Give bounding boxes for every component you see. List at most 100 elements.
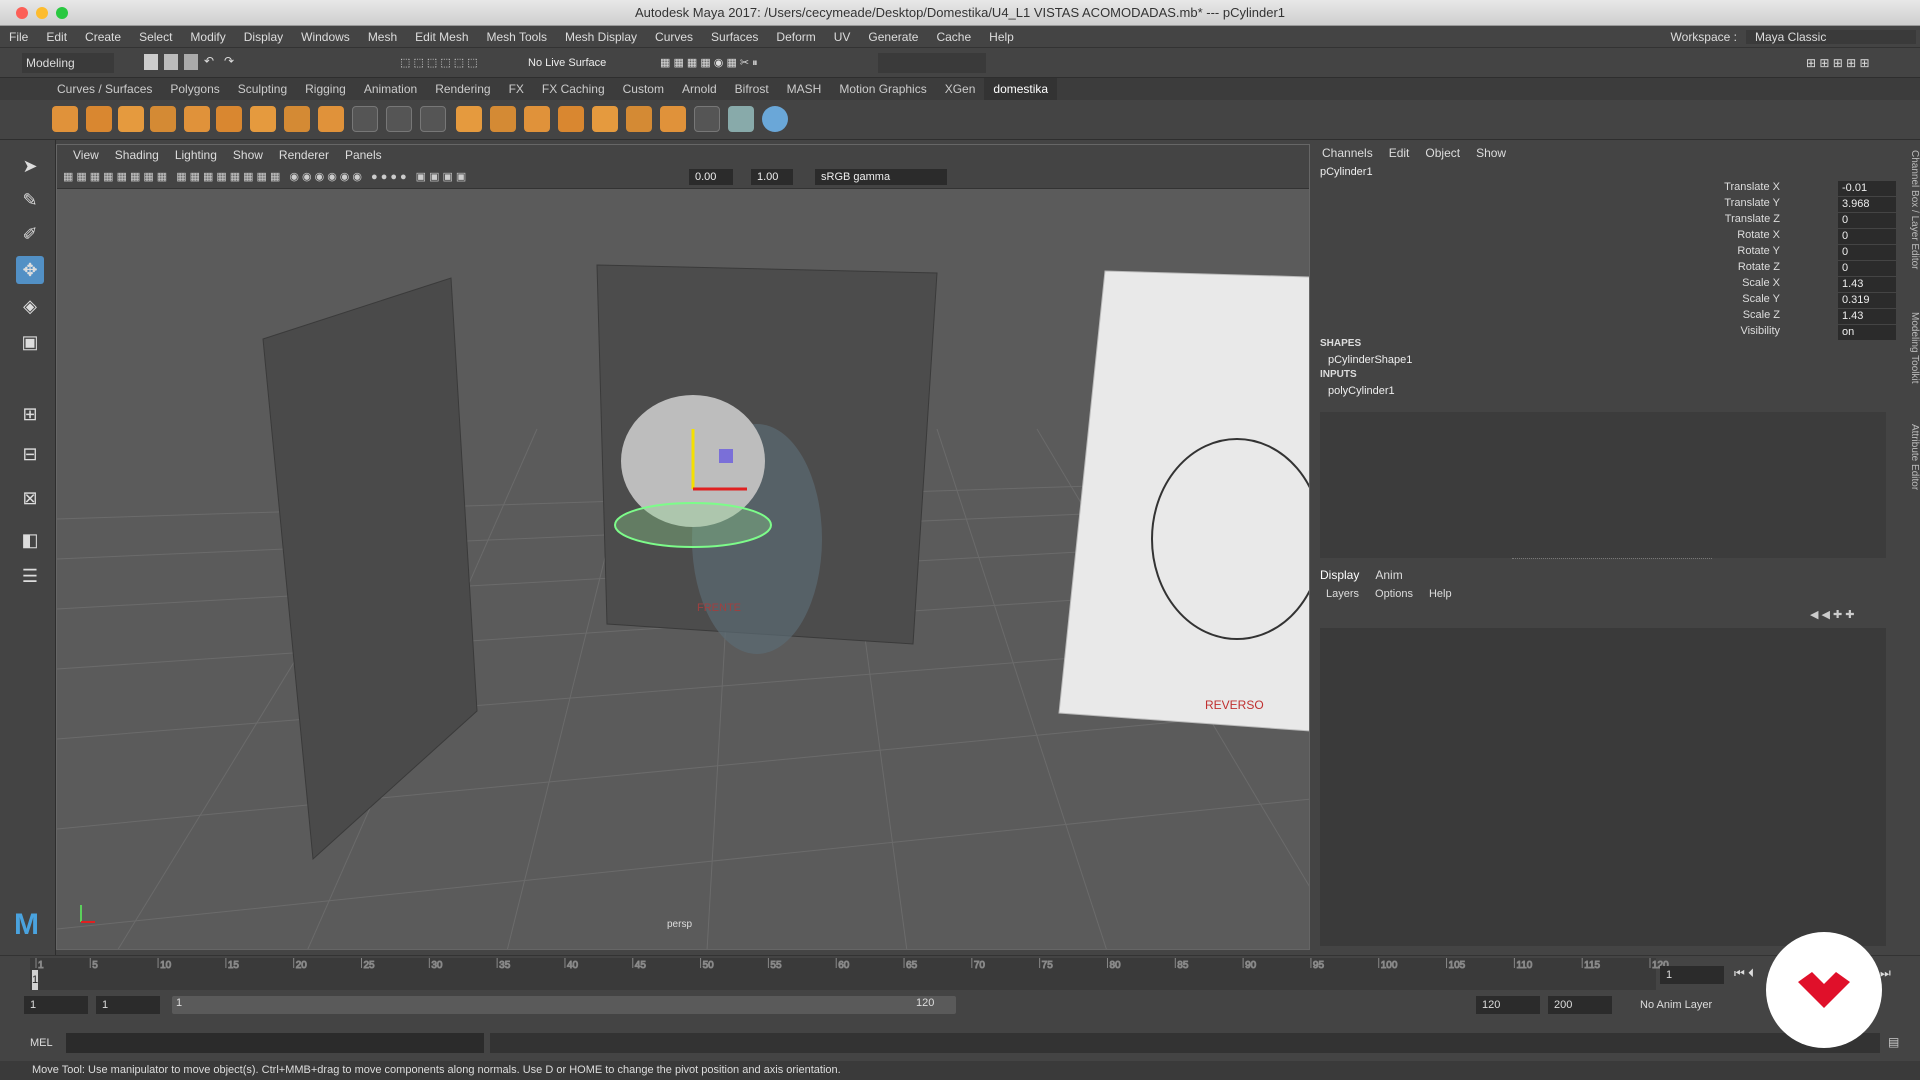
separate-icon[interactable] [490,106,516,132]
workspace-select[interactable]: Maya Classic [1746,29,1916,44]
center-pivot-icon[interactable] [386,106,412,132]
redo-icon[interactable]: ↷ [224,54,238,70]
menu-windows[interactable]: Windows [292,30,359,44]
side-image-plane[interactable] [1058,270,1310,732]
current-frame-field[interactable]: 1 [1660,966,1724,984]
side-tab-attribute-editor[interactable]: Attribute Editor [1902,424,1920,508]
shelf-tab-custom[interactable]: Custom [614,82,673,96]
menu-surfaces[interactable]: Surfaces [702,30,767,44]
save-scene-icon[interactable] [184,54,198,70]
layer-action-icons[interactable]: ◀ ◀ ✚ ✚ [1810,608,1894,624]
time-slider[interactable]: 1 5 10 15 20 25 30 35 40 45 50 55 60 65 70 75 80 85 90 95 10… [0,955,1920,991]
channel-value-field[interactable]: 0 [1838,245,1896,260]
outliner-icon[interactable]: ☰ [16,562,44,590]
viewport-menu-show[interactable]: Show [225,148,271,162]
channel-row[interactable]: Translate Y 3.968 [1316,197,1902,213]
shelf-tab-rendering[interactable]: Rendering [426,82,499,96]
uv-editor-icon[interactable] [728,106,754,132]
open-scene-icon[interactable] [164,54,178,70]
move-manipulator-plane[interactable] [719,449,733,463]
viewport-menu-renderer[interactable]: Renderer [271,148,337,162]
menu-set-select[interactable]: Modeling [22,53,114,73]
shelf-tab-fx-caching[interactable]: FX Caching [533,82,614,96]
live-surface-field[interactable]: No Live Surface [528,54,618,72]
menu-mesh-display[interactable]: Mesh Display [556,30,646,44]
command-language-button[interactable]: MEL [30,1037,70,1053]
new-scene-icon[interactable] [144,54,158,70]
poly-disc-icon[interactable] [250,106,276,132]
layer-tab-display[interactable]: Display [1320,568,1359,586]
channel-value-field[interactable]: on [1838,325,1896,340]
animation-end-field[interactable]: 200 [1548,996,1612,1014]
playback-start-field[interactable]: 1 [96,996,160,1014]
side-tab-channel-box[interactable]: Channel Box / Layer Editor [1902,150,1920,290]
channel-menu-object[interactable]: Object [1425,146,1460,164]
animation-start-field[interactable]: 1 [24,996,88,1014]
paint-select-icon[interactable]: ✐ [16,220,44,248]
menu-select[interactable]: Select [130,30,181,44]
viewport-toolbar-icons[interactable]: ▦▦▦▦▦▦▦▦ ▦▦▦▦▦▦▦▦ ◉◉◉◉◉◉ ●●●● ▣▣▣▣ [63,168,623,186]
shape-node[interactable]: pCylinderShape1 [1328,354,1628,368]
insert-loop-icon[interactable] [694,106,720,132]
range-bar[interactable]: 1 120 [172,996,956,1014]
menu-edit-mesh[interactable]: Edit Mesh [406,30,477,44]
select-tool-icon[interactable]: ➤ [16,152,44,180]
shelf-tab-mash[interactable]: MASH [778,82,831,96]
outliner-layout-icon[interactable]: ◧ [16,526,44,554]
menu-mesh-tools[interactable]: Mesh Tools [478,30,556,44]
channel-row[interactable]: Translate X -0.01 [1316,181,1902,197]
undo-icon[interactable]: ↶ [204,54,218,70]
layer-tab-anim[interactable]: Anim [1375,568,1402,586]
shelf-tab-sculpting[interactable]: Sculpting [229,82,296,96]
panel-toggle-icons[interactable]: ⊞ ⊞ ⊞ ⊞ ⊞ [1806,54,1906,72]
shelf-tab-fx[interactable]: FX [500,82,533,96]
bevel-icon[interactable] [558,106,584,132]
extrude-icon[interactable] [524,106,550,132]
poly-torus-icon[interactable] [184,106,210,132]
menu-create[interactable]: Create [76,30,130,44]
shelf-tab-polygons[interactable]: Polygons [161,82,228,96]
select-mask-icons[interactable]: ⬚ ⬚ ⬚ ⬚ ⬚ ⬚ [400,54,520,72]
menu-curves[interactable]: Curves [646,30,702,44]
poly-cone-icon[interactable] [118,106,144,132]
layout-icon[interactable]: ⊠ [16,484,44,512]
channel-value-field[interactable]: 0 [1838,213,1896,228]
rotate-tool-icon[interactable]: ◈ [16,292,44,320]
channel-row[interactable]: Translate Z 0 [1316,213,1902,229]
channel-value-field[interactable]: 1.43 [1838,277,1896,292]
channel-menu-edit[interactable]: Edit [1389,146,1410,164]
input-node[interactable]: polyCylinder1 [1328,385,1628,399]
menu-mesh[interactable]: Mesh [359,30,406,44]
zoom-window-button[interactable] [56,7,68,19]
selected-object-name[interactable]: pCylinder1 [1320,166,1620,182]
side-tab-modeling-toolkit[interactable]: Modeling Toolkit [1902,312,1920,402]
minimize-window-button[interactable] [36,7,48,19]
append-icon[interactable] [626,106,652,132]
poly-pyramid-icon[interactable] [284,106,310,132]
channel-value-field[interactable]: 0.319 [1838,293,1896,308]
panel-splitter[interactable] [1512,558,1712,562]
shelf-tab-motion-graphics[interactable]: Motion Graphics [830,82,935,96]
shelf-tab-xgen[interactable]: XGen [936,82,985,96]
menu-display[interactable]: Display [235,30,292,44]
lasso-tool-icon[interactable]: ✎ [16,186,44,214]
menu-file[interactable]: File [0,30,37,44]
playback-end-field[interactable]: 120 [1476,996,1540,1014]
gamma-field[interactable]: 1.00 [751,169,793,185]
move-tool-icon[interactable]: ✥ [16,256,44,284]
poly-plane-icon[interactable] [216,106,242,132]
poly-cube-icon[interactable] [52,106,78,132]
bridge-icon[interactable] [592,106,618,132]
channel-row[interactable]: Rotate X 0 [1316,229,1902,245]
four-view-icon[interactable]: ⊟ [16,440,44,468]
render-buttons[interactable]: ▦ ▦ ▦ ▦ ◉ ▦ ✂ ⏸ [660,54,840,72]
layer-menu-options[interactable]: Options [1375,588,1413,604]
viewport-menu-panels[interactable]: Panels [337,148,390,162]
channel-value-field[interactable]: -0.01 [1838,181,1896,196]
viewport-menu-shading[interactable]: Shading [107,148,167,162]
channel-value-field[interactable]: 3.968 [1838,197,1896,212]
freeze-transform-icon[interactable] [420,106,446,132]
menu-help[interactable]: Help [980,30,1023,44]
exposure-field[interactable]: 0.00 [689,169,733,185]
command-input[interactable] [66,1033,484,1053]
